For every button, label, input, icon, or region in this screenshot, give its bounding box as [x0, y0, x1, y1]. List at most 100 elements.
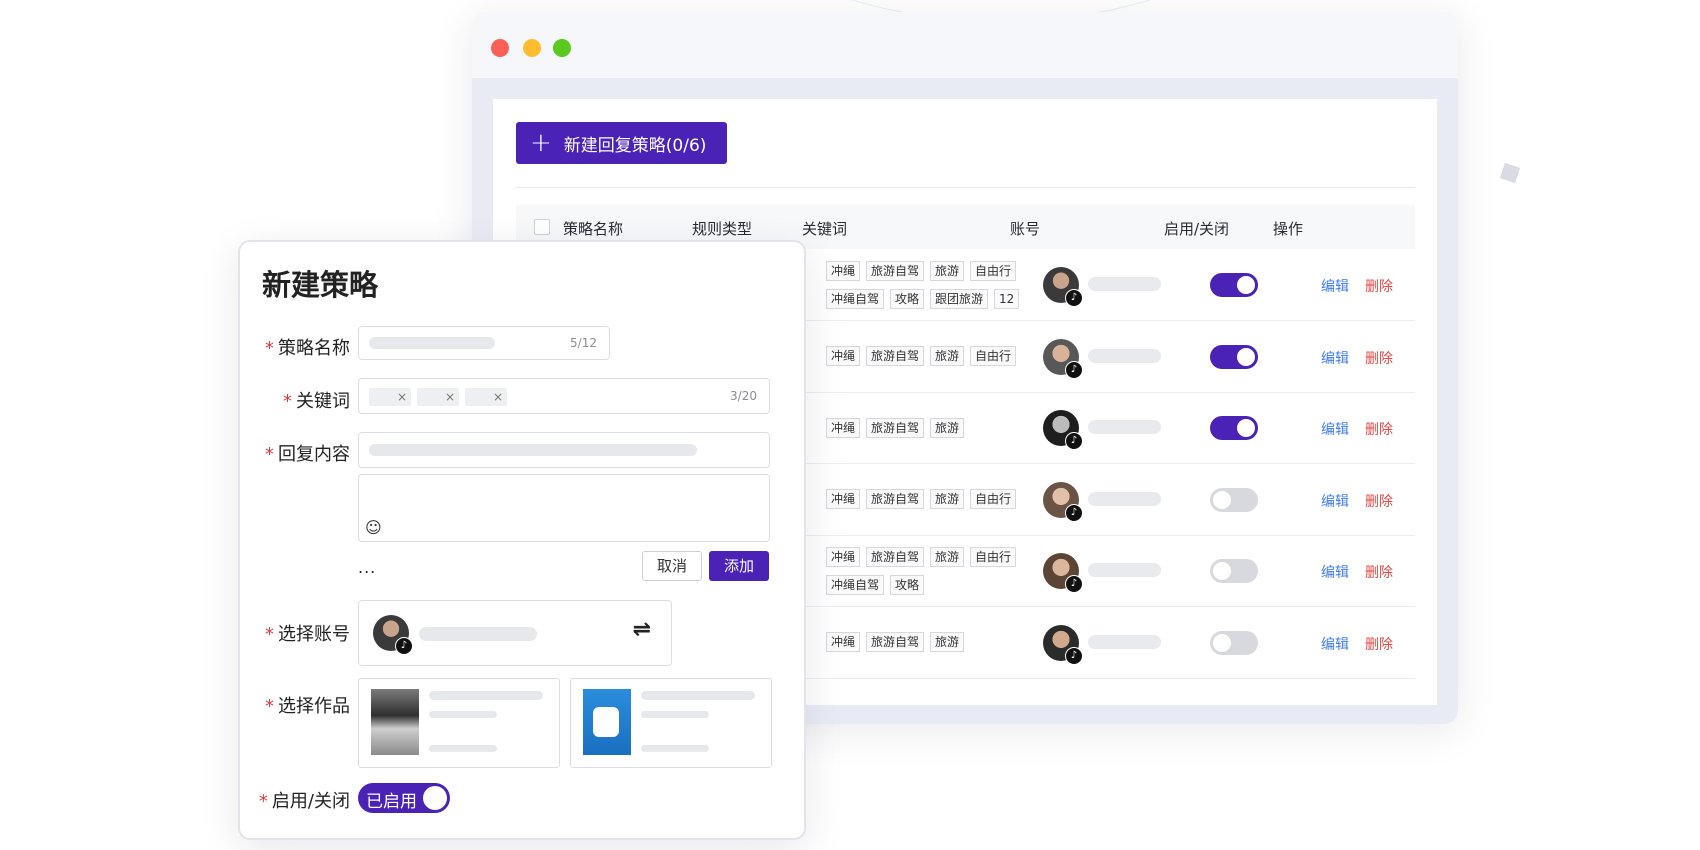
keyword-tag: 冲绳 [826, 546, 861, 567]
enable-switch[interactable] [1210, 559, 1258, 583]
keywords-label: * 关键词 [283, 387, 350, 413]
tag-line: 冲绳 旅游自驾 旅游 自由行 [826, 489, 1026, 509]
column-header-name: 策略名称 [563, 220, 624, 238]
chip-close-icon[interactable]: × [445, 390, 455, 404]
account-name-placeholder [1088, 563, 1161, 577]
keyword-tag: 跟团旅游 [930, 288, 989, 309]
column-header-actions: 操作 [1273, 220, 1304, 238]
account-selector[interactable]: ♪ ⇌ [358, 600, 672, 666]
required-mark: * [265, 624, 274, 645]
maximize-window-button[interactable] [553, 39, 571, 57]
delete-link[interactable]: 删除 [1365, 419, 1393, 439]
keyword-counter: 3/20 [730, 389, 757, 403]
edit-link[interactable]: 编辑 [1321, 276, 1349, 296]
enable-toggle[interactable]: 已启用 [358, 783, 450, 813]
delete-link[interactable]: 删除 [1365, 491, 1393, 511]
tag-line: 冲绳 旅游自驾 旅游 自由行 [826, 346, 1026, 366]
add-button[interactable]: 添加 [709, 551, 769, 581]
tag-line: 冲绳 旅游自驾 旅游 [826, 632, 1026, 652]
tiktok-icon: ♪ [1065, 575, 1083, 593]
tag-line: 冲绳 旅游自驾 旅游 [826, 417, 1026, 438]
tiktok-icon: ♪ [395, 637, 413, 655]
dialog-title: 新建策略 [262, 268, 379, 302]
keyword-tag: 旅游 [930, 546, 965, 567]
enable-switch[interactable] [1210, 344, 1258, 369]
keyword-tag: 自由行 [970, 546, 1017, 567]
keyword-chip[interactable]: × [369, 388, 411, 406]
more-options[interactable]: ... [358, 558, 376, 577]
keyword-tag: 冲绳 [826, 632, 861, 652]
switch-knob [1237, 347, 1255, 366]
tag-line: 冲绳自驾 攻略 [826, 574, 1026, 595]
reply-textarea[interactable]: ☺ [358, 474, 770, 542]
new-strategy-label: 新建回复策略(0/6) [563, 135, 707, 156]
strategy-name-input[interactable]: 5/12 [358, 326, 610, 360]
swap-icon[interactable]: ⇌ [633, 617, 651, 642]
name-value-placeholder [369, 337, 495, 349]
keyword-tags: 冲绳 旅游自驾 旅游 [826, 392, 1026, 463]
delete-link[interactable]: 删除 [1365, 276, 1393, 296]
account-avatar: ♪ [373, 615, 413, 655]
close-window-button[interactable] [491, 39, 509, 57]
enable-switch[interactable] [1210, 630, 1258, 655]
work-title-placeholder [429, 691, 543, 700]
toggle-label: * 启用/关闭 [259, 787, 350, 813]
emoji-icon[interactable]: ☺ [365, 518, 382, 537]
tiktok-icon: ♪ [1065, 289, 1083, 307]
account-name-placeholder [1088, 348, 1161, 363]
tiktok-icon: ♪ [1065, 360, 1083, 379]
switch-knob [1237, 276, 1255, 294]
cancel-button[interactable]: 取消 [642, 551, 702, 581]
keyword-tag: 旅游自驾 [866, 546, 925, 567]
minimize-window-button[interactable] [523, 39, 541, 57]
edit-link[interactable]: 编辑 [1321, 634, 1349, 654]
reply-label-text: 回复内容 [278, 444, 350, 465]
tag-line: 冲绳自驾 攻略 跟团旅游 12 [826, 288, 1026, 309]
enable-switch[interactable] [1210, 273, 1258, 297]
required-mark: * [265, 696, 274, 717]
delete-link[interactable]: 删除 [1365, 348, 1393, 368]
account-name-placeholder [1088, 491, 1161, 506]
keyword-tag: 冲绳自驾 [826, 288, 885, 309]
keywords-input[interactable]: × × × 3/20 [358, 378, 770, 414]
tiktok-icon: ♪ [1065, 646, 1083, 665]
edit-link[interactable]: 编辑 [1321, 348, 1349, 368]
work-subtitle-placeholder [641, 711, 709, 718]
delete-link[interactable]: 删除 [1365, 562, 1393, 582]
tag-line: 冲绳 旅游自驾 旅游 自由行 [826, 260, 1026, 281]
plus-icon: + [530, 128, 552, 158]
keyword-chip[interactable]: × [417, 388, 459, 406]
edit-link[interactable]: 编辑 [1321, 562, 1349, 582]
edit-link[interactable]: 编辑 [1321, 419, 1349, 439]
keyword-tag: 自由行 [970, 489, 1017, 509]
keyword-tag: 旅游 [930, 489, 965, 509]
edit-link[interactable]: 编辑 [1321, 491, 1349, 511]
keyword-tag: 12 [994, 288, 1020, 309]
tag-line: 冲绳 旅游自驾 旅游 自由行 [826, 546, 1026, 567]
thumbnail-figure [593, 707, 619, 737]
keyword-tag: 自由行 [970, 260, 1017, 281]
keyword-tag: 旅游自驾 [866, 632, 925, 652]
keyword-tags: 冲绳 旅游自驾 旅游 [826, 607, 1026, 678]
keyword-tag: 旅游自驾 [866, 489, 925, 509]
work-card[interactable] [570, 678, 772, 768]
keyword-tag: 自由行 [970, 346, 1017, 366]
delete-link[interactable]: 删除 [1365, 634, 1393, 654]
new-strategy-button[interactable]: + 新建回复策略(0/6) [516, 122, 727, 164]
work-card[interactable] [358, 678, 560, 768]
keyword-tag: 旅游 [930, 632, 965, 652]
chip-close-icon[interactable]: × [493, 390, 503, 404]
reply-content-input[interactable] [358, 432, 770, 468]
work-thumbnail [371, 689, 419, 755]
select-all-checkbox[interactable] [534, 219, 550, 235]
name-label: * 策略名称 [265, 334, 350, 360]
keyword-chip[interactable]: × [465, 388, 507, 406]
chip-close-icon[interactable]: × [397, 390, 407, 404]
account-label-text: 选择账号 [278, 624, 350, 645]
enable-switch[interactable] [1210, 487, 1258, 512]
column-header-keywords: 关键词 [802, 220, 848, 238]
enable-switch[interactable] [1210, 416, 1258, 440]
works-label-text: 选择作品 [278, 696, 350, 717]
column-header-type: 规则类型 [692, 220, 753, 238]
keyword-tag: 攻略 [890, 288, 925, 309]
